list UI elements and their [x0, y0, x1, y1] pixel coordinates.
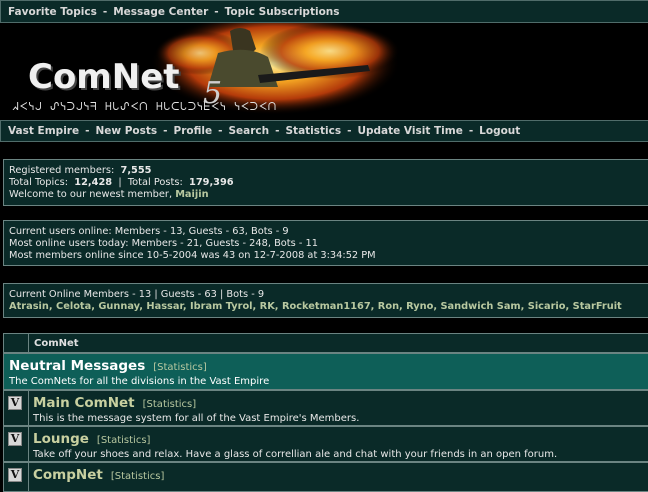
nav-separator: - — [275, 125, 280, 137]
nav-separator: - — [218, 125, 223, 137]
users-online-panel: Current users online: Members - 13, Gues… — [3, 220, 648, 266]
topics-value: 12,428 — [74, 177, 113, 188]
forum-header-row: ComNet — [3, 333, 648, 353]
forum-header-title: ComNet — [34, 338, 79, 349]
newest-member-link[interactable]: Maijin — [175, 189, 208, 200]
nav-separator: - — [102, 6, 108, 18]
forum-stats-panel: Registered members: 7,555 Total Topics: … — [3, 159, 648, 206]
board-row: V CompNet [Statistics] — [3, 462, 648, 492]
topics-label: Total Topics: — [9, 177, 69, 188]
board-statistics-link[interactable]: [Statistics] — [97, 435, 151, 446]
nav-separator: - — [163, 125, 168, 137]
comnet-logo: ComNet — [28, 57, 180, 97]
current-users-line: Current users online: Members - 13, Gues… — [9, 226, 289, 237]
new-posts-link[interactable]: New Posts — [95, 125, 157, 137]
board-statistics-link[interactable]: [Statistics] — [111, 471, 165, 482]
board-icon-cell: V — [4, 463, 29, 491]
message-center-link[interactable]: Message Center — [113, 6, 208, 18]
registered-value: 7,555 — [120, 165, 152, 176]
board-title-link[interactable]: Lounge — [33, 431, 89, 447]
nav-separator: - — [85, 125, 90, 137]
topic-subscriptions-link[interactable]: Topic Subscriptions — [225, 6, 340, 18]
category-description: The ComNets for all the divisions in the… — [9, 376, 270, 387]
online-members-list[interactable]: Atrasin, Celota, Gunnay, Hassar, Ibram T… — [9, 301, 648, 313]
board-title-link[interactable]: CompNet — [33, 467, 103, 483]
topics-posts-line: Total Topics: 12,428 | Total Posts: 179,… — [9, 177, 234, 188]
board-row: V Main ComNet [Statistics] This is the me… — [3, 390, 648, 426]
board-statistics-link[interactable]: [Statistics] — [143, 399, 197, 410]
board-icon-cell: V — [4, 427, 29, 461]
statistics-link[interactable]: Statistics — [285, 125, 341, 137]
online-members-panel: Current Online Members - 13 | Guests - 6… — [3, 283, 648, 318]
favorite-topics-link[interactable]: Favorite Topics — [8, 6, 97, 18]
aurebesh-tagline: ᖽᐸᓭᒍ ᔑᓭᑐᒍᓭᖷ ᕼᒐᔑᐸᑎ ᕼᒐᑕᒐᑐᓭᖶᐸᓭ ᓭᐸᑐᐸᑎ — [12, 100, 278, 113]
header-icon-cell — [4, 334, 29, 352]
board-description: This is the message system for all of th… — [33, 413, 360, 424]
nav-separator: - — [468, 125, 474, 137]
search-link[interactable]: Search — [228, 125, 269, 137]
board-icon-cell: V — [4, 391, 29, 425]
site-banner: ComNet 5 ᖽᐸᓭᒍ ᔑᓭᑐᒍᓭᖷ ᕼᒐᔑᐸᑎ ᕼᒐᑕᒐᑐᓭᖶᐸᓭ ᓭᐸᑐ… — [0, 23, 648, 120]
board-status-icon: V — [8, 432, 22, 446]
registered-members-line: Registered members: 7,555 — [9, 165, 648, 177]
most-online-today-line: Most online users today: Members - 21, G… — [9, 238, 318, 249]
board-status-icon: V — [8, 396, 22, 410]
posts-label: Total Posts: — [127, 177, 183, 188]
board-title-link[interactable]: Main ComNet — [33, 395, 135, 411]
nav-separator: - — [347, 125, 352, 137]
online-members-summary: Current Online Members - 13 | Guests - 6… — [9, 289, 265, 300]
newest-label: Welcome to our newest member, — [9, 189, 173, 200]
top-nav-bar: Favorite Topics - Message Center - Topic Sub… — [0, 0, 648, 23]
posts-value: 179,396 — [189, 177, 234, 188]
update-visit-time-link[interactable]: Update Visit Time — [357, 125, 462, 137]
main-nav-bar: Vast Empire - New Posts - Profile - Search - Sta… — [0, 120, 648, 142]
nav-separator: - — [214, 6, 219, 18]
registered-label: Registered members: — [9, 165, 115, 176]
category-row: Neutral Messages [Statistics] The ComNets… — [3, 353, 648, 390]
board-row: V Lounge [Statistics] Take off your shoes… — [3, 426, 648, 462]
board-status-icon: V — [8, 468, 22, 482]
category-title[interactable]: Neutral Messages — [9, 358, 145, 374]
category-statistics-link[interactable]: [Statistics] — [153, 362, 207, 373]
logout-link[interactable]: Logout — [479, 125, 520, 137]
profile-link[interactable]: Profile — [174, 125, 213, 137]
board-description: Take off your shoes and relax. Have a gl… — [33, 449, 558, 460]
most-online-record-line: Most members online since 10-5-2004 was … — [9, 250, 376, 261]
vast-empire-link[interactable]: Vast Empire — [8, 125, 79, 137]
newest-member-line: Welcome to our newest member, Maijin — [9, 189, 648, 201]
